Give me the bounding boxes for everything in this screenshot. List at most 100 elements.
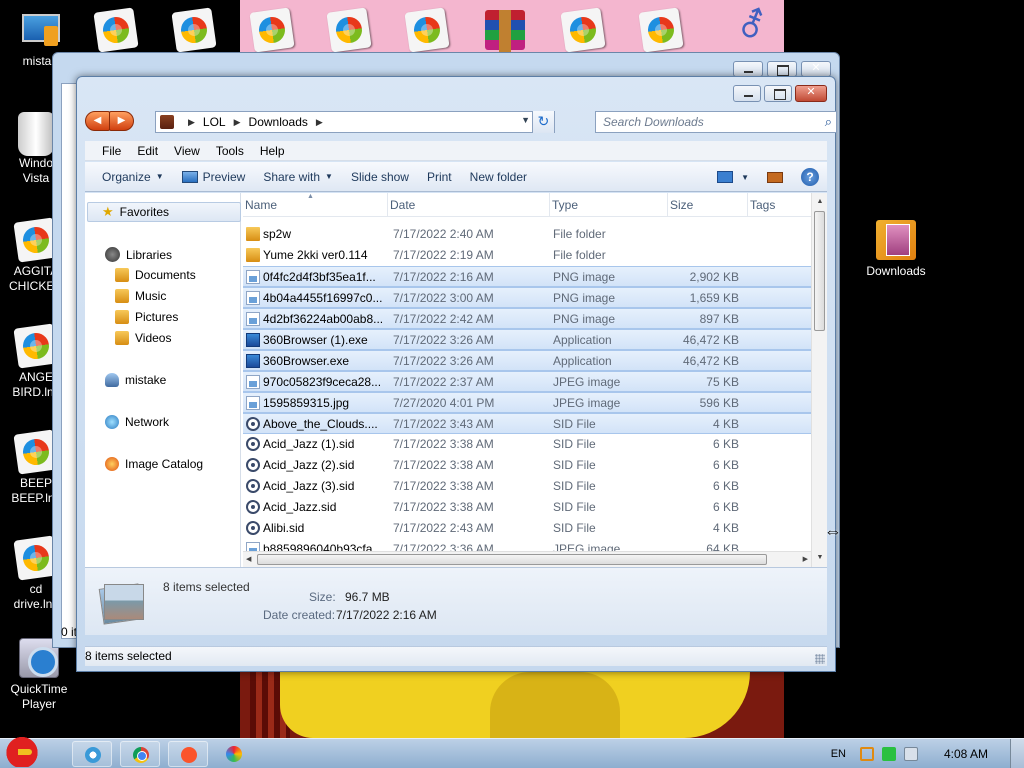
- search-input[interactable]: Search Downloads ⌕: [595, 111, 837, 133]
- share-with-button[interactable]: Share with ▼: [254, 162, 342, 192]
- scroll-thumb[interactable]: [257, 554, 767, 565]
- desktop-icon-shortcut[interactable]: [547, 7, 619, 54]
- change-view-button[interactable]: ▼: [717, 171, 749, 183]
- magnifier-icon[interactable]: [859, 747, 874, 761]
- desktop-icon-shortcut[interactable]: [158, 7, 230, 54]
- scroll-down-icon[interactable]: ▼: [812, 551, 828, 565]
- breadcrumb-downloads[interactable]: Downloads: [249, 115, 308, 129]
- breadcrumb-lol[interactable]: LOL: [203, 115, 226, 129]
- taskbar-brave-button[interactable]: [168, 741, 208, 767]
- minimize-button[interactable]: [733, 85, 761, 102]
- show-desktop-button[interactable]: [1010, 739, 1024, 768]
- taskbar-ie-button[interactable]: [72, 741, 112, 767]
- desktop-icon-shortcut[interactable]: [391, 7, 463, 54]
- breadcrumb-separator-icon[interactable]: ▶: [316, 117, 323, 128]
- scroll-thumb[interactable]: [814, 211, 825, 331]
- file-row[interactable]: 4b04a4455f16997c0... 7/17/2022 3:00 AM PNG…: [243, 287, 811, 308]
- file-row[interactable]: 360Browser (1).exe 7/17/2022 3:26 AM Appli…: [243, 329, 811, 350]
- file-row[interactable]: 360Browser.exe 7/17/2022 3:26 AM Applicati…: [243, 350, 811, 371]
- desktop-icon-shortcut[interactable]: [236, 7, 308, 54]
- file-row[interactable]: Acid_Jazz (3).sid 7/17/2022 3:38 AM SID Fi…: [243, 476, 811, 497]
- organize-button[interactable]: Organize ▼: [93, 162, 173, 192]
- brave-icon: [181, 747, 197, 763]
- desktop-icon-downloads[interactable]: Downloads: [860, 220, 932, 279]
- close-button[interactable]: [795, 85, 827, 102]
- nav-network[interactable]: Network: [105, 415, 169, 429]
- menu-view[interactable]: View: [165, 144, 207, 158]
- horizontal-scrollbar[interactable]: ◀ ▶: [243, 551, 811, 567]
- file-row[interactable]: Alibi.sid 7/17/2022 2:43 AM SID File 4 KB: [243, 518, 811, 539]
- clock[interactable]: 4:08 AM: [944, 747, 988, 761]
- resize-grip-icon[interactable]: [815, 654, 825, 664]
- vertical-scrollbar[interactable]: ▲ ▼: [811, 193, 827, 567]
- address-bar[interactable]: ▶ LOL ▶ Downloads ▶ ▼ ↻: [155, 111, 555, 133]
- image-file-icon: [246, 291, 260, 305]
- desktop-icon-winrar[interactable]: [469, 10, 541, 54]
- column-header-size[interactable]: Size: [668, 193, 748, 217]
- scroll-right-icon[interactable]: ▶: [803, 552, 808, 568]
- breadcrumb-separator-icon[interactable]: ▶: [188, 117, 195, 128]
- column-header-type[interactable]: Type: [550, 193, 668, 217]
- file-row[interactable]: 0f4fc2d4f3bf35ea1f... 7/17/2022 2:16 AM PN…: [243, 266, 811, 287]
- language-indicator[interactable]: EN: [831, 748, 846, 760]
- desktop-icon-shortcut[interactable]: [625, 7, 697, 54]
- file-row[interactable]: Acid_Jazz.sid 7/17/2022 3:38 AM SID File 6 …: [243, 497, 811, 518]
- file-date: 7/17/2022 3:38 AM: [393, 437, 494, 451]
- nav-documents[interactable]: Documents: [115, 268, 196, 282]
- preview-pane-icon[interactable]: [767, 171, 783, 183]
- search-icon[interactable]: ⌕: [825, 114, 832, 130]
- desktop-icon-gender[interactable]: ⚦: [716, 6, 788, 50]
- menu-tools[interactable]: Tools: [207, 144, 251, 158]
- file-name: 0f4fc2d4f3bf35ea1f...: [263, 270, 376, 284]
- menu-help[interactable]: Help: [251, 144, 292, 158]
- maximize-button[interactable]: [767, 61, 797, 77]
- file-row[interactable]: sp2w 7/17/2022 2:40 AM File folder: [243, 224, 811, 245]
- back-button[interactable]: ◀: [85, 111, 110, 131]
- menu-file[interactable]: File: [93, 144, 128, 158]
- nav-music[interactable]: Music: [115, 289, 166, 303]
- print-button[interactable]: Print: [418, 162, 461, 192]
- column-header-date[interactable]: Date: [388, 193, 550, 217]
- shortcut-icon: [93, 7, 139, 53]
- desktop-icon-shortcut[interactable]: [80, 7, 152, 54]
- slide-show-button[interactable]: Slide show: [342, 162, 418, 192]
- nav-videos[interactable]: Videos: [115, 331, 171, 345]
- desktop-icon-quicktime[interactable]: QuickTime Player: [3, 638, 75, 712]
- nav-user[interactable]: mistake: [105, 373, 166, 387]
- column-header-tags[interactable]: Tags: [748, 193, 808, 217]
- file-row[interactable]: 970c05823f9ceca28... 7/17/2022 2:37 AM JPE…: [243, 371, 811, 392]
- file-type: SID File: [553, 479, 596, 493]
- forward-button[interactable]: ▶: [109, 111, 134, 131]
- minimize-button[interactable]: [733, 61, 763, 77]
- nav-libraries[interactable]: Libraries: [105, 247, 172, 262]
- battery-icon[interactable]: [881, 747, 896, 761]
- column-header-name[interactable]: Name ▲: [243, 193, 388, 217]
- address-dropdown-icon[interactable]: ▼: [521, 115, 530, 125]
- desktop-icon-shortcut[interactable]: [313, 7, 385, 54]
- file-row[interactable]: Above_the_Clouds.... 7/17/2022 3:43 AM SID…: [243, 413, 811, 434]
- taskbar-pinwheel-button[interactable]: [214, 741, 254, 767]
- refresh-icon[interactable]: ↻: [532, 111, 554, 133]
- file-row[interactable]: Acid_Jazz (1).sid 7/17/2022 3:38 AM SID Fi…: [243, 434, 811, 455]
- file-row[interactable]: Acid_Jazz (2).sid 7/17/2022 3:38 AM SID Fi…: [243, 455, 811, 476]
- file-row[interactable]: 4d2bf36224ab00ab8... 7/17/2022 2:42 AM PNG…: [243, 308, 811, 329]
- nav-favorites[interactable]: ★ Favorites: [87, 202, 241, 222]
- maximize-button[interactable]: [764, 85, 792, 102]
- nav-image-catalog[interactable]: Image Catalog: [105, 457, 203, 471]
- file-row[interactable]: Yume 2kki ver0.114 7/17/2022 2:19 AM File …: [243, 245, 811, 266]
- nav-pictures[interactable]: Pictures: [115, 310, 178, 324]
- new-folder-button[interactable]: New folder: [461, 162, 536, 192]
- scroll-left-icon[interactable]: ◀: [246, 552, 251, 568]
- breadcrumb-separator-icon[interactable]: ▶: [234, 117, 241, 128]
- close-button[interactable]: [801, 61, 831, 77]
- taskbar-chrome-button[interactable]: [120, 741, 160, 767]
- file-row[interactable]: 1595859315.jpg 7/27/2020 4:01 PM JPEG imag…: [243, 392, 811, 413]
- help-icon[interactable]: ?: [801, 168, 819, 186]
- file-type: PNG image: [553, 270, 616, 284]
- start-button[interactable]: [0, 731, 50, 768]
- explorer-window[interactable]: ◀ ▶ ▶ LOL ▶ Downloads ▶ ▼ ↻ Search Downl…: [76, 76, 837, 672]
- preview-button[interactable]: Preview: [173, 162, 255, 192]
- volume-icon[interactable]: [903, 747, 918, 761]
- menu-edit[interactable]: Edit: [128, 144, 165, 158]
- scroll-up-icon[interactable]: ▲: [812, 195, 828, 209]
